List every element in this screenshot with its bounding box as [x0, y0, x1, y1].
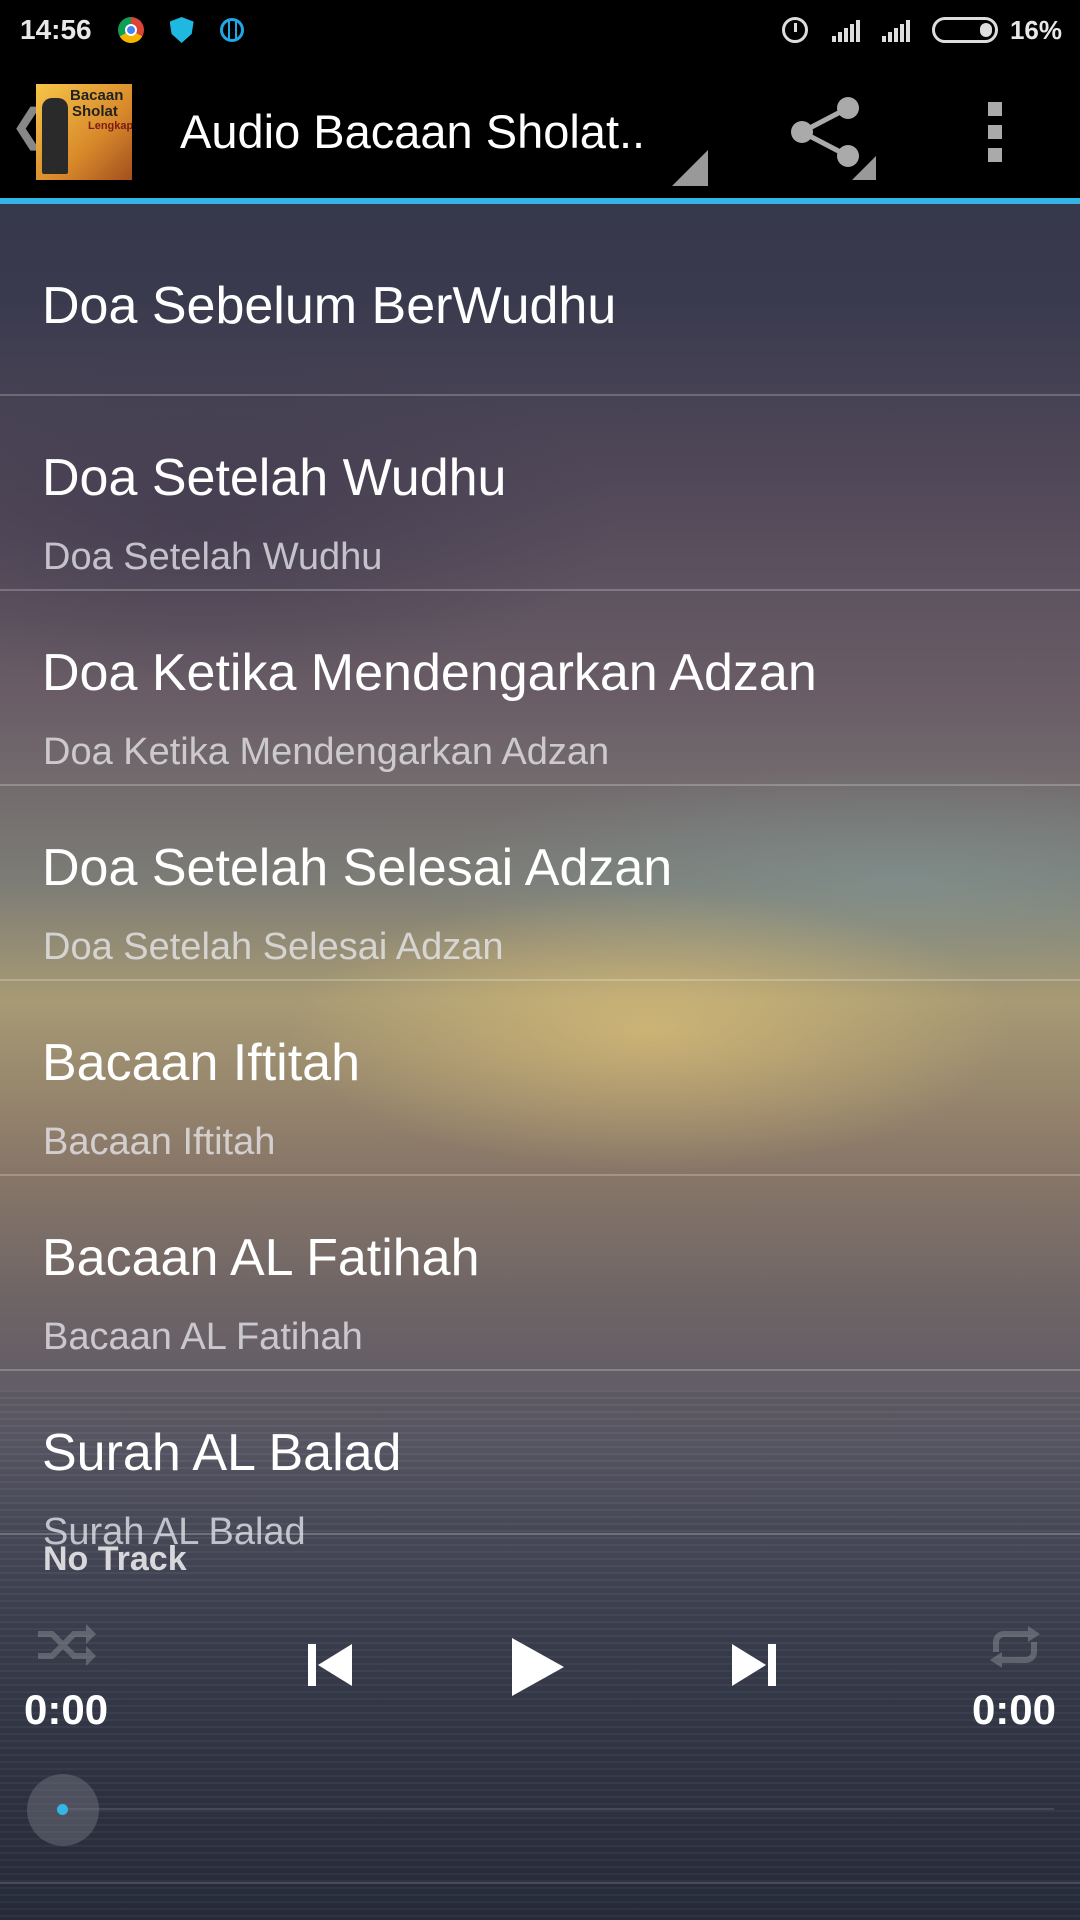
- shuffle-icon[interactable]: [34, 1622, 96, 1668]
- now-playing-label: No Track: [43, 1540, 187, 1578]
- globe-icon: [219, 18, 244, 42]
- seek-position-dot: [57, 1804, 68, 1815]
- bottom-divider: [0, 1882, 1080, 1884]
- track-title: Surah AL Balad: [42, 1424, 402, 1482]
- track-subtitle: Bacaan Iftitah: [43, 1121, 276, 1163]
- list-item[interactable]: Doa Setelah Wudhu Doa Setelah Wudhu: [0, 396, 1080, 591]
- shield-icon: [169, 17, 194, 43]
- elapsed-time: 0:00: [24, 1686, 109, 1733]
- logo-text-3: Lengkap: [88, 120, 132, 132]
- list-item[interactable]: Doa Ketika Mendengarkan Adzan Doa Ketika…: [0, 591, 1080, 786]
- status-time: 14:56: [20, 14, 92, 45]
- previous-track-icon[interactable]: [304, 1638, 358, 1692]
- overflow-menu-icon[interactable]: [988, 102, 1002, 162]
- track-title: Bacaan AL Fatihah: [42, 1229, 480, 1287]
- share-dropdown-indicator: [852, 156, 876, 180]
- logo-figure: [42, 98, 68, 174]
- title-dropdown-indicator[interactable]: [672, 150, 708, 186]
- logo-text-1: Bacaan: [70, 87, 124, 104]
- signal-icon: [881, 18, 912, 42]
- app-logo[interactable]: Bacaan Sholat Lengkap: [36, 84, 132, 180]
- track-title: Doa Sebelum BerWudhu: [42, 277, 617, 335]
- logo-text-2: Sholat: [72, 103, 118, 120]
- track-subtitle: Bacaan AL Fatihah: [43, 1316, 363, 1358]
- app-title: Audio Bacaan Sholat..: [180, 105, 646, 158]
- track-subtitle: Doa Setelah Selesai Adzan: [43, 926, 504, 968]
- next-track-icon[interactable]: [726, 1638, 780, 1692]
- signal-icon: [831, 18, 862, 42]
- track-title: Doa Setelah Wudhu: [42, 449, 507, 507]
- track-title: Doa Setelah Selesai Adzan: [42, 839, 673, 897]
- track-title: Bacaan Iftitah: [42, 1034, 360, 1092]
- seek-bar[interactable]: [64, 1808, 1054, 1810]
- track-title: Doa Ketika Mendengarkan Adzan: [42, 644, 817, 702]
- chrome-icon: [117, 17, 144, 43]
- alarm-icon: [781, 17, 808, 43]
- total-duration: 0:00: [971, 1686, 1056, 1733]
- list-item[interactable]: Doa Setelah Selesai Adzan Doa Setelah Se…: [0, 786, 1080, 981]
- status-right: 16%: [781, 0, 1062, 60]
- list-item[interactable]: Doa Sebelum BerWudhu: [0, 204, 1080, 396]
- battery-icon: [931, 17, 998, 43]
- track-subtitle: Doa Setelah Wudhu: [43, 536, 383, 578]
- list-item[interactable]: Bacaan Iftitah Bacaan Iftitah: [0, 981, 1080, 1176]
- track-list: Doa Sebelum BerWudhu Doa Setelah Wudhu D…: [0, 204, 1080, 1553]
- track-subtitle: Doa Ketika Mendengarkan Adzan: [43, 731, 610, 773]
- play-icon[interactable]: [508, 1634, 568, 1700]
- list-item[interactable]: Bacaan AL Fatihah Bacaan AL Fatihah: [0, 1176, 1080, 1371]
- status-bar: 14:56 16%: [0, 0, 1080, 60]
- list-item[interactable]: Surah AL Balad Surah AL Balad: [0, 1371, 1080, 1553]
- repeat-icon[interactable]: [988, 1624, 1042, 1670]
- battery-level: 16%: [1009, 14, 1062, 45]
